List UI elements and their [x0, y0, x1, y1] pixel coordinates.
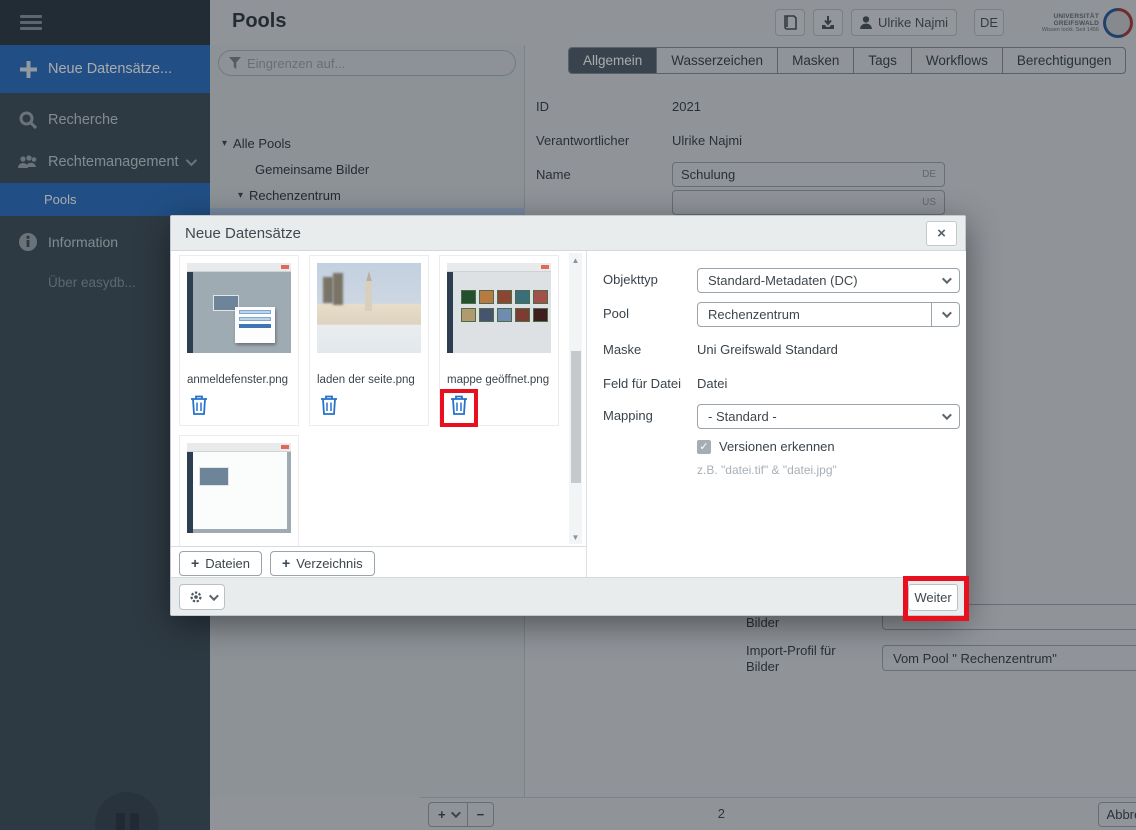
maske-value: Uni Greifswald Standard [697, 342, 838, 357]
thumbnail-image [187, 263, 291, 353]
plus-icon: + [282, 555, 290, 571]
file-name: mappe geöffnet.png [447, 374, 555, 386]
mapping-label: Mapping [603, 408, 653, 423]
trash-icon[interactable] [189, 394, 211, 418]
file-name: anmeldefenster.png [187, 374, 295, 386]
feld-fuer-datei-label: Feld für Datei [603, 376, 681, 391]
add-files-button[interactable]: + Dateien [179, 551, 262, 576]
app-window: Neue Datensätze... Recherche Rechtemanag… [0, 0, 1136, 830]
chevron-down-icon [208, 591, 218, 601]
pool-value: Rechenzentrum [708, 307, 800, 322]
checkbox-checked-icon[interactable]: ✓ [697, 440, 711, 454]
file-card: laden der seite.png [309, 255, 429, 426]
file-thumbnail-list: anmeldefenster.png laden der seite.png [171, 251, 569, 546]
pool-label: Pool [603, 306, 629, 321]
chevron-down-icon [942, 308, 952, 318]
maske-label: Maske [603, 342, 641, 357]
scroll-up-arrow[interactable]: ▲ [569, 253, 582, 267]
pool-select: Rechenzentrum [697, 302, 960, 327]
pool-dropdown-button[interactable] [932, 302, 960, 327]
plus-icon: + [191, 555, 199, 571]
versions-hint: z.B. "datei.tif" & "datei.jpg" [697, 463, 837, 477]
add-directory-button[interactable]: + Verzeichnis [270, 551, 375, 576]
objekttyp-label: Objekttyp [603, 272, 658, 287]
mapping-select[interactable]: - Standard - [697, 404, 960, 429]
dialog-title: Neue Datensätze [185, 225, 301, 242]
chevron-down-icon [942, 274, 952, 284]
trash-icon[interactable] [319, 394, 341, 418]
file-card [179, 435, 299, 546]
file-card: anmeldefenster.png [179, 255, 299, 426]
thumbnail-image [447, 263, 551, 353]
settings-dropdown-button[interactable] [179, 584, 225, 610]
thumbnail-image [317, 263, 421, 353]
objekttyp-select[interactable]: Standard-Metadaten (DC) [697, 268, 960, 293]
pool-value-field[interactable]: Rechenzentrum [697, 302, 932, 327]
thumbnail-scrollbar: ▲ ▼ [569, 253, 582, 544]
dialog-header: Neue Datensätze [171, 216, 965, 251]
versions-label: Versionen erkennen [719, 439, 835, 454]
file-buttons-row: + Dateien + Verzeichnis [171, 546, 586, 579]
versions-checkbox-row[interactable]: ✓ Versionen erkennen [697, 439, 835, 454]
file-card: mappe geöffnet.png [439, 255, 559, 426]
feld-fuer-datei-value: Datei [697, 376, 727, 391]
scroll-down-arrow[interactable]: ▼ [569, 530, 582, 544]
add-directory-label: Verzeichnis [296, 556, 362, 571]
trash-icon-highlighted[interactable] [449, 394, 471, 418]
scrollbar-thumb[interactable] [571, 351, 581, 483]
gear-icon [189, 590, 203, 604]
neue-datensaetze-dialog: Neue Datensätze × anmeldefenster.png lad… [170, 215, 966, 616]
objekttyp-value: Standard-Metadaten (DC) [708, 273, 858, 288]
weiter-button[interactable]: Weiter [908, 584, 958, 611]
close-icon: × [937, 225, 946, 242]
mapping-value: - Standard - [708, 409, 777, 424]
import-settings-form: Objekttyp Standard-Metadaten (DC) Pool R… [586, 251, 966, 579]
chevron-down-icon [942, 410, 952, 420]
close-button[interactable]: × [926, 221, 957, 246]
file-name: laden der seite.png [317, 374, 425, 386]
thumbnail-image [187, 443, 291, 533]
add-files-label: Dateien [205, 556, 250, 571]
dialog-footer: Weiter [171, 577, 965, 615]
